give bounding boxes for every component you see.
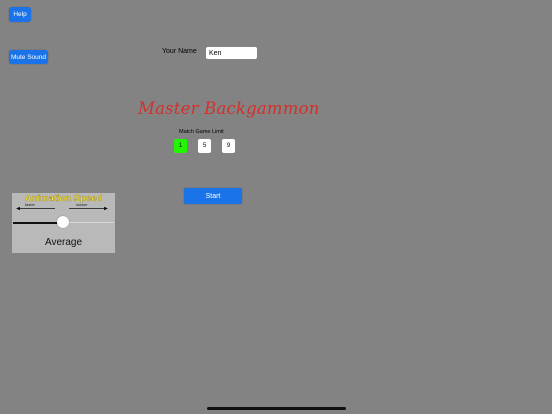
- game-title: Master Backgammon: [138, 99, 320, 118]
- animation-speed-panel: Animation Speed faster slower Average: [12, 193, 115, 253]
- your-name-label: Your Name: [162, 48, 197, 55]
- match-limit-label: Match Game Limit: [179, 129, 224, 135]
- help-button[interactable]: Help: [9, 7, 31, 22]
- name-input[interactable]: [206, 47, 257, 59]
- match-limit-1-button[interactable]: 1: [174, 139, 187, 153]
- arrow-left-icon: [16, 206, 55, 211]
- mute-sound-button[interactable]: Mute Sound: [9, 50, 48, 64]
- speed-slider-thumb[interactable]: [57, 216, 69, 228]
- arrow-right-icon: [69, 206, 108, 211]
- home-indicator[interactable]: [207, 407, 346, 410]
- start-button[interactable]: Start: [184, 188, 242, 204]
- animation-speed-value: Average: [44, 237, 83, 248]
- match-limit-5-button[interactable]: 5: [198, 139, 211, 153]
- speed-slider-track[interactable]: [64, 222, 114, 223]
- match-limit-9-button[interactable]: 9: [222, 139, 235, 153]
